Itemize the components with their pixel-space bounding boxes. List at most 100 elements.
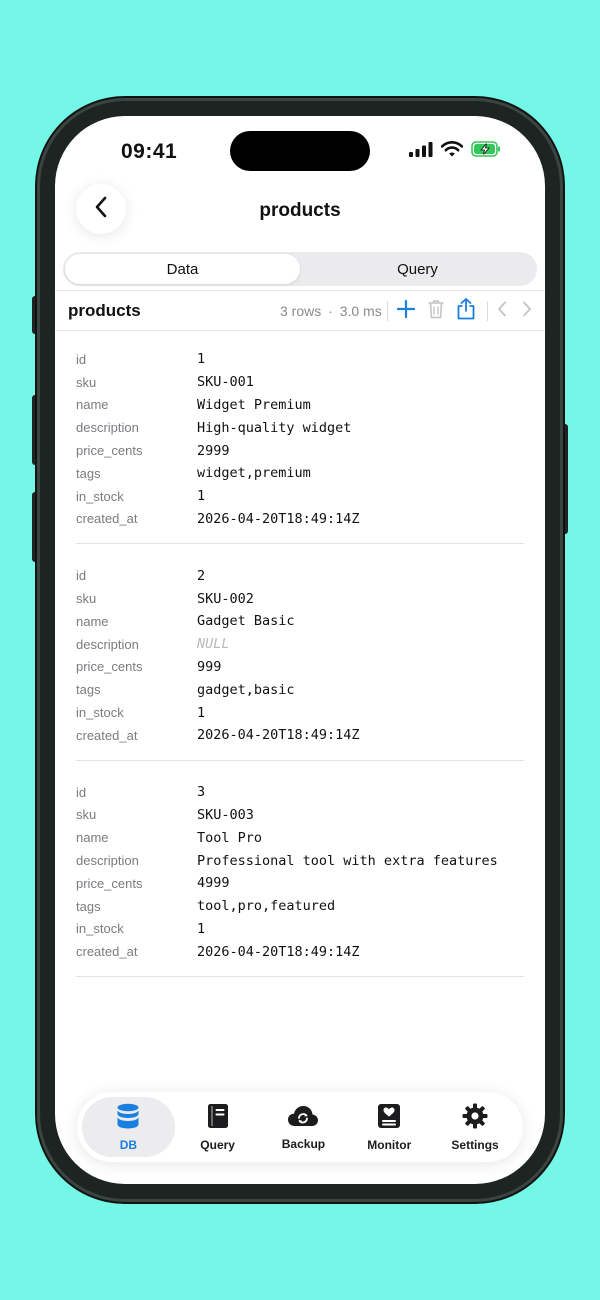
- field-value: SKU-002: [197, 590, 254, 607]
- status-time: 09:41: [121, 140, 178, 163]
- tab-label: Settings: [451, 1137, 499, 1152]
- toolbar-divider: [487, 301, 488, 321]
- row-count: 3 rows: [280, 302, 322, 319]
- gear-icon: [462, 1103, 488, 1134]
- field-row: price_cents 999: [76, 656, 524, 679]
- field-row: in_stock 1: [76, 701, 524, 724]
- field-key: description: [76, 636, 139, 652]
- field-row: description High-quality widget: [76, 416, 524, 439]
- screen: 09:41 products Data Query products 3 row…: [55, 116, 545, 1184]
- field-row: tags gadget,basic: [76, 678, 524, 701]
- field-row: sku SKU-002: [76, 587, 524, 610]
- stats-separator: ·: [328, 302, 333, 319]
- field-key: created_at: [76, 727, 138, 743]
- field-value: 3: [197, 784, 206, 801]
- tab-label: Monitor: [367, 1137, 412, 1152]
- field-row: in_stock 1: [76, 918, 524, 941]
- field-key: created_at: [76, 511, 138, 527]
- record-card[interactable]: id 1 sku SKU-001 name Widget Premium descri…: [76, 340, 524, 545]
- field-value: gadget,basic: [197, 681, 295, 698]
- field-key: name: [76, 613, 109, 629]
- field-key: description: [76, 420, 139, 436]
- tab-query[interactable]: Query: [175, 1097, 261, 1157]
- field-row: name Tool Pro: [76, 826, 524, 849]
- book-icon: [207, 1103, 229, 1134]
- toolbar-divider: [387, 301, 388, 321]
- trash-icon: [427, 299, 445, 324]
- field-key: id: [76, 568, 87, 584]
- field-value: 2026-04-20T18:49:14Z: [197, 510, 360, 527]
- field-row: sku SKU-003: [76, 804, 524, 827]
- status-icons: [409, 141, 501, 162]
- tab-label: DB: [119, 1137, 138, 1152]
- field-value: 2999: [197, 442, 230, 459]
- add-row-button[interactable]: [395, 299, 417, 322]
- null-value: NULL: [197, 636, 230, 653]
- chevron-right-icon: [522, 301, 532, 322]
- field-row: id 1: [76, 348, 524, 371]
- tab-backup[interactable]: Backup: [261, 1097, 347, 1157]
- field-key: sku: [76, 807, 97, 823]
- field-row: sku SKU-001: [76, 371, 524, 394]
- battery-charging-icon: [471, 141, 501, 162]
- field-row: name Gadget Basic: [76, 610, 524, 633]
- delete-row-button[interactable]: [425, 299, 447, 324]
- field-row: name Widget Premium: [76, 394, 524, 417]
- tab-monitor[interactable]: Monitor: [346, 1097, 432, 1157]
- field-key: price_cents: [76, 875, 143, 891]
- field-row: price_cents 4999: [76, 872, 524, 895]
- field-key: price_cents: [76, 443, 143, 459]
- share-button[interactable]: [455, 297, 477, 322]
- field-key: in_stock: [76, 921, 124, 937]
- next-page-button[interactable]: [516, 300, 538, 322]
- wifi-icon: [440, 141, 464, 162]
- field-key: sku: [76, 374, 97, 390]
- field-value: 4999: [197, 875, 230, 892]
- record-list: id 1 sku SKU-001 name Widget Premium descri…: [76, 340, 524, 989]
- dynamic-island: [230, 131, 370, 171]
- field-value: 1: [197, 488, 206, 505]
- tab-db[interactable]: DB: [82, 1097, 175, 1157]
- tab-query[interactable]: Query: [300, 254, 535, 284]
- query-duration: 3.0 ms: [339, 302, 382, 319]
- tab-label: Query: [200, 1137, 235, 1152]
- cloud-sync-icon: [287, 1104, 319, 1133]
- field-row: tags tool,pro,featured: [76, 895, 524, 918]
- chevron-left-icon: [497, 301, 507, 322]
- field-row: id 3: [76, 781, 524, 804]
- field-row: created_at 2026-04-20T18:49:14Z: [76, 508, 524, 531]
- field-key: tags: [76, 898, 101, 914]
- field-value: 999: [197, 658, 222, 675]
- field-value: 1: [197, 704, 206, 721]
- field-key: in_stock: [76, 705, 124, 721]
- field-row: id 2: [76, 564, 524, 587]
- cellular-signal-icon: [409, 141, 433, 162]
- field-value: Professional tool with extra features: [197, 852, 498, 869]
- field-row: created_at 2026-04-20T18:49:14Z: [76, 940, 524, 963]
- table-name: products: [68, 300, 141, 320]
- field-value: SKU-001: [197, 374, 254, 391]
- field-key: in_stock: [76, 488, 124, 504]
- field-row: price_cents 2999: [76, 439, 524, 462]
- previous-page-button[interactable]: [491, 300, 513, 322]
- field-row: created_at 2026-04-20T18:49:14Z: [76, 724, 524, 747]
- field-value: SKU-003: [197, 806, 254, 823]
- field-key: name: [76, 397, 109, 413]
- record-card[interactable]: id 2 sku SKU-002 name Gadget Basic descript…: [76, 556, 524, 761]
- tab-bar: DB Query Backup Monitor Settings: [77, 1092, 523, 1162]
- field-key: sku: [76, 591, 97, 607]
- record-card[interactable]: id 3 sku SKU-003 name Tool Pro description P…: [76, 773, 524, 978]
- table-toolbar: products 3 rows · 3.0 ms: [55, 290, 545, 331]
- tab-label: Backup: [281, 1136, 326, 1151]
- field-value: 1: [197, 920, 206, 937]
- field-value: widget,premium: [197, 465, 311, 482]
- tab-settings[interactable]: Settings: [432, 1097, 518, 1157]
- field-value: Tool Pro: [197, 829, 263, 846]
- field-row: description NULL: [76, 633, 524, 656]
- field-value: Widget Premium: [197, 396, 311, 413]
- heart-monitor-icon: [377, 1103, 401, 1134]
- field-key: tags: [76, 682, 101, 698]
- page-title: products: [259, 200, 341, 221]
- field-key: id: [76, 351, 87, 367]
- tab-data[interactable]: Data: [65, 254, 300, 284]
